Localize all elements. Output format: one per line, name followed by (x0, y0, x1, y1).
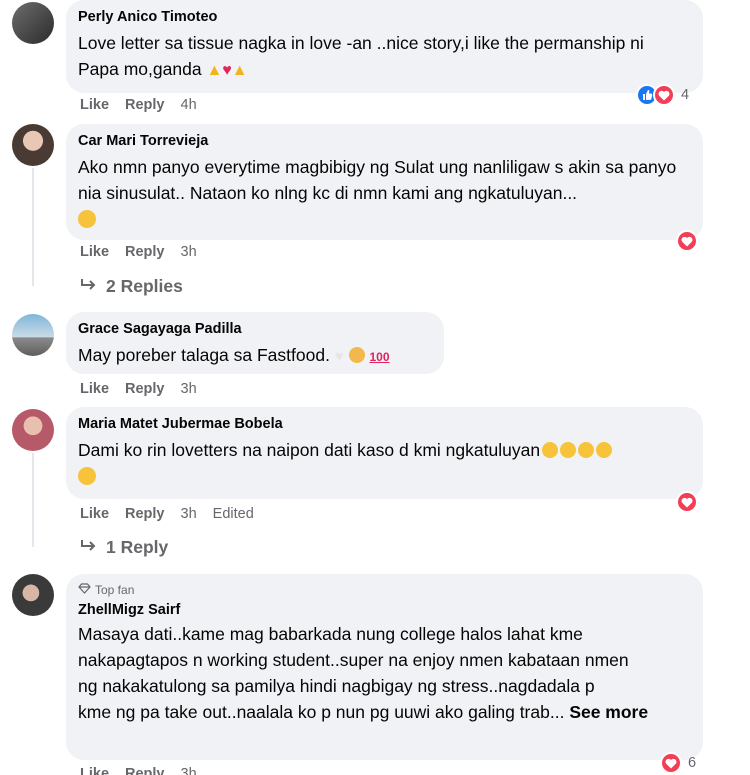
replies-count-label: 2 Replies (106, 276, 183, 296)
see-more-link[interactable]: See more (569, 702, 648, 722)
comment-timestamp[interactable]: 3h (181, 244, 197, 260)
comment-actions: Like Reply 3h Edited (80, 506, 254, 522)
love-reaction-icon (660, 752, 682, 774)
reply-button[interactable]: Reply (125, 766, 165, 775)
rofl-emoji-icon (542, 442, 559, 458)
comment-author[interactable]: Grace Sagayaga Padilla (78, 320, 432, 338)
comment-car-mari: Car Mari Torrevieja Ako nmn panyo everyt… (0, 124, 750, 304)
like-button[interactable]: Like (80, 97, 109, 113)
view-replies-link[interactable]: 2 Replies (80, 276, 183, 297)
comment-actions: Like Reply 3h (80, 766, 213, 775)
comment-text: Masaya dati..kame mag babarkada nung col… (78, 621, 691, 725)
rofl-emoji-icon (578, 442, 595, 458)
comment-text-content: Dami ko rin lovetters na naipon dati kas… (78, 440, 541, 460)
heart-emoji-icon: ♥ (222, 62, 232, 79)
love-reaction-icon (653, 84, 675, 106)
love-reaction-icon[interactable] (676, 491, 698, 513)
comment-bubble: Maria Matet Jubermae Bobela Dami ko rin … (66, 407, 703, 499)
top-fan-badge[interactable]: Top fan (78, 582, 691, 598)
laughing-emoji-icon (78, 210, 96, 228)
reply-arrow-icon (80, 537, 98, 558)
comment-text-content: Ako nmn panyo everytime magbibigy ng Sul… (78, 157, 677, 203)
replies-count-label: 1 Reply (106, 537, 169, 557)
comment-line-4: kme ng pa take out..naalala ko p nun pg … (78, 702, 565, 722)
view-replies-link[interactable]: 1 Reply (80, 537, 168, 558)
comment-text: May poreber talaga sa Fastfood. ♥ 100 (78, 342, 432, 370)
comment-bubble: Perly Anico Timoteo Love letter sa tissu… (66, 0, 703, 93)
thread-connector (32, 453, 66, 547)
avatar[interactable] (12, 314, 54, 356)
like-button[interactable]: Like (80, 381, 109, 397)
comment-bubble: Car Mari Torrevieja Ako nmn panyo everyt… (66, 124, 703, 240)
reaction-count: 4 (681, 87, 690, 103)
love-reaction-icon[interactable] (676, 230, 698, 252)
thumbs-up-emoji-icon: ▲ (206, 62, 223, 79)
comment-text: Ako nmn panyo everytime magbibigy ng Sul… (78, 154, 693, 232)
reply-button[interactable]: Reply (125, 97, 165, 113)
comment-timestamp[interactable]: 4h (181, 97, 197, 113)
comment-maria: Maria Matet Jubermae Bobela Dami ko rin … (0, 407, 750, 567)
white-heart-emoji-icon: ♥ (334, 348, 344, 365)
edited-label[interactable]: Edited (213, 506, 254, 522)
like-button[interactable]: Like (80, 244, 109, 260)
reaction-count: 6 (688, 755, 697, 771)
reply-button[interactable]: Reply (125, 506, 165, 522)
thread-connector (32, 168, 66, 286)
comment-line-1: Masaya dati..kame mag babarkada nung col… (78, 624, 583, 644)
comment-text-content: May poreber talaga sa Fastfood. (78, 345, 330, 365)
comment-actions: Like Reply 4h (80, 97, 213, 113)
grinning-emoji-icon (78, 467, 96, 485)
top-fan-label: Top fan (95, 583, 135, 597)
comment-text-content: Love letter sa tissue nagka in love -an … (78, 33, 644, 79)
like-button[interactable]: Like (80, 506, 109, 522)
rofl-emoji-icon (560, 442, 577, 458)
thumbs-up-emoji-icon: ▲ (231, 62, 248, 79)
comment-actions: Like Reply 3h (80, 244, 213, 260)
comment-grace: Grace Sagayaga Padilla May poreber talag… (0, 312, 750, 402)
diamond-icon (78, 582, 91, 598)
comment-timestamp[interactable]: 3h (181, 506, 197, 522)
avatar[interactable] (12, 2, 54, 44)
reply-arrow-icon (80, 276, 98, 297)
comment-line-2: nakapagtapos n working student..super na… (78, 650, 629, 670)
ok-hand-emoji-icon (348, 347, 365, 363)
avatar[interactable] (12, 124, 54, 166)
comment-bubble: Top fan ZhellMigz Sairf Masaya dati..kam… (66, 574, 703, 760)
avatar[interactable] (12, 409, 54, 451)
comment-author[interactable]: Maria Matet Jubermae Bobela (78, 415, 691, 433)
reaction-summary[interactable]: 4 (636, 84, 689, 106)
comment-text: Love letter sa tissue nagka in love -an … (78, 30, 688, 84)
reaction-summary[interactable]: 6 (660, 752, 696, 774)
reply-button[interactable]: Reply (125, 244, 165, 260)
avatar[interactable] (12, 574, 54, 616)
hundred-emoji-icon: 100 (369, 350, 390, 364)
comment-author[interactable]: Perly Anico Timoteo (78, 8, 691, 26)
like-button[interactable]: Like (80, 766, 109, 775)
comment-bubble: Grace Sagayaga Padilla May poreber talag… (66, 312, 444, 374)
comment-actions: Like Reply 3h (80, 381, 213, 397)
comment-timestamp[interactable]: 3h (181, 766, 197, 775)
comment-perly: Perly Anico Timoteo Love letter sa tissu… (0, 0, 750, 120)
comment-author[interactable]: Car Mari Torrevieja (78, 132, 691, 150)
comment-timestamp[interactable]: 3h (181, 381, 197, 397)
comment-zhellmigz: Top fan ZhellMigz Sairf Masaya dati..kam… (0, 574, 750, 775)
comment-line-3: ng nakakatulong sa pamilya hindi nagbiga… (78, 676, 595, 696)
reply-button[interactable]: Reply (125, 381, 165, 397)
grinning-emoji-icon (596, 442, 613, 458)
comment-text: Dami ko rin lovetters na naipon dati kas… (78, 437, 693, 489)
comment-line-4-wrap: kme ng pa take out..naalala ko p nun pg … (78, 699, 691, 725)
comment-author[interactable]: ZhellMigz Sairf (78, 601, 691, 619)
